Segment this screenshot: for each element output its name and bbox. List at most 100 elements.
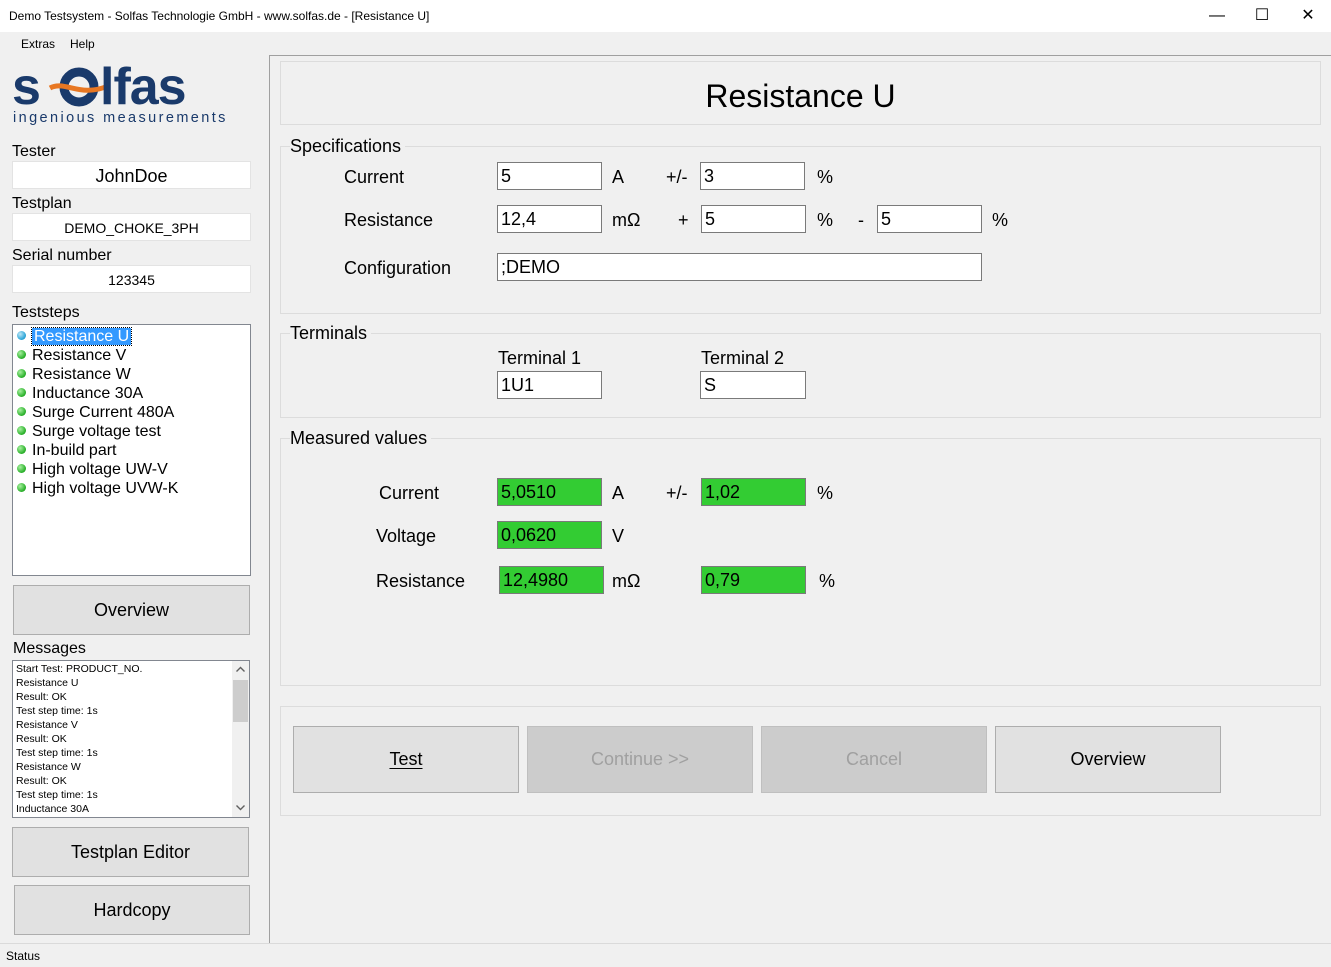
- list-item: Result: OK: [16, 691, 67, 703]
- status-text: Status: [6, 949, 41, 963]
- overview-left-button[interactable]: Overview: [13, 585, 250, 635]
- menu-bar: [0, 32, 1331, 54]
- terminal2-label: Terminal 2: [701, 348, 785, 368]
- list-item[interactable]: Resistance W: [17, 365, 131, 384]
- teststeps-label: Teststeps: [12, 304, 80, 321]
- testplan-editor-button[interactable]: Testplan Editor: [12, 827, 249, 877]
- list-item: Result: OK: [16, 775, 67, 787]
- spec-res-plus-input[interactable]: 5: [701, 205, 806, 233]
- test-button-label: Test: [389, 749, 423, 769]
- spec-res-plus-unit: %: [817, 210, 834, 230]
- list-item[interactable]: Surge voltage test: [17, 422, 161, 441]
- list-item[interactable]: In-build part: [17, 441, 117, 460]
- status-dot-icon: [17, 388, 26, 397]
- meas-resistance-value: 12,4980: [499, 566, 604, 594]
- title-bar: Demo Testsystem - Solfas Technologie Gmb…: [0, 0, 1331, 32]
- serial-label: Serial number: [12, 247, 112, 264]
- status-dot-icon: [17, 483, 26, 492]
- spec-res-minus-unit: %: [992, 210, 1009, 230]
- meas-current-unit: A: [612, 483, 625, 503]
- svg-text:lfas: lfas: [100, 62, 186, 116]
- spec-res-minus-sign: -: [858, 210, 864, 230]
- meas-current-value: 5,0510: [497, 478, 602, 506]
- spec-resistance-input[interactable]: 12,4: [497, 205, 602, 233]
- spec-resistance-unit: mΩ: [612, 210, 641, 230]
- list-item: Inductance 30A: [16, 803, 89, 815]
- list-item[interactable]: High voltage UW-V: [17, 460, 168, 479]
- spec-current-label: Current: [344, 167, 405, 187]
- hardcopy-button[interactable]: Hardcopy: [14, 885, 250, 935]
- page-title: Resistance U: [705, 78, 896, 114]
- status-dot-icon: [17, 426, 26, 435]
- overview-button-label: Overview: [1070, 749, 1146, 769]
- maximize-button[interactable]: ☐: [1239, 0, 1285, 31]
- menu-extras[interactable]: Extras: [21, 37, 55, 51]
- measured-values-group: [280, 438, 1321, 686]
- test-button[interactable]: Test: [293, 726, 519, 793]
- svg-text:s: s: [12, 62, 40, 116]
- list-item: Resistance W: [16, 761, 81, 773]
- meas-voltage-label: Voltage: [376, 526, 437, 546]
- overview-button[interactable]: Overview: [995, 726, 1221, 793]
- spec-current-tol-input[interactable]: 3: [700, 162, 805, 190]
- meas-resistance-unit: mΩ: [612, 571, 641, 591]
- list-item[interactable]: Resistance U: [17, 327, 133, 346]
- spec-res-minus-input[interactable]: 5: [877, 205, 982, 233]
- list-item: Test step time: 1s: [16, 747, 98, 759]
- status-dot-icon: [17, 464, 26, 473]
- testplan-label: Testplan: [12, 195, 72, 212]
- spec-current-tol-unit: %: [817, 167, 834, 187]
- cancel-button-label: Cancel: [845, 749, 903, 769]
- list-item[interactable]: Inductance 30A: [17, 384, 143, 403]
- menu-help[interactable]: Help: [70, 37, 95, 51]
- spec-configuration-input[interactable]: ;DEMO: [497, 253, 982, 281]
- list-item[interactable]: Resistance V: [17, 346, 126, 365]
- status-dot-icon: [17, 445, 26, 454]
- meas-current-tol-sign: +/-: [666, 483, 688, 503]
- list-item: Result: OK: [16, 733, 67, 745]
- continue-button-label: Continue >>: [590, 749, 690, 769]
- meas-current-dev-unit: %: [817, 483, 834, 503]
- spec-current-unit: A: [612, 167, 625, 187]
- status-dot-icon: [17, 331, 26, 340]
- spec-configuration-label: Configuration: [344, 258, 452, 278]
- specifications-header: Specifications: [290, 136, 406, 157]
- messages-log[interactable]: Start Test: PRODUCT_NO. Resistance U Res…: [12, 660, 250, 818]
- list-item: Test step time: 1s: [16, 705, 98, 717]
- teststeps-list[interactable]: Resistance U Resistance V Resistance W I…: [12, 324, 251, 576]
- spec-current-input[interactable]: 5: [497, 162, 602, 190]
- close-button[interactable]: ✕: [1285, 0, 1331, 31]
- status-bar: Status: [0, 943, 1331, 967]
- measured-values-header: Measured values: [290, 428, 432, 449]
- scrollbar-thumb[interactable]: [233, 680, 248, 722]
- list-item[interactable]: Surge Current 480A: [17, 403, 174, 422]
- meas-voltage-value: 0,0620: [497, 521, 602, 549]
- list-item: Resistance V: [16, 719, 78, 731]
- terminal1-input[interactable]: 1U1: [497, 371, 602, 399]
- terminals-header: Terminals: [290, 323, 372, 344]
- chevron-down-icon[interactable]: [236, 805, 245, 811]
- status-dot-icon: [17, 369, 26, 378]
- continue-button[interactable]: Continue >>: [527, 726, 753, 793]
- messages-scrollbar[interactable]: [232, 661, 249, 817]
- spec-res-plus-sign: +: [678, 210, 689, 230]
- cancel-button[interactable]: Cancel: [761, 726, 987, 793]
- terminal2-input[interactable]: S: [700, 371, 806, 399]
- tester-label: Tester: [12, 143, 56, 160]
- minimize-button[interactable]: —: [1194, 0, 1240, 31]
- meas-current-dev: 1,02: [701, 478, 806, 506]
- messages-label: Messages: [13, 640, 86, 657]
- status-dot-icon: [17, 350, 26, 359]
- status-dot-icon: [17, 407, 26, 416]
- meas-resistance-label: Resistance: [376, 571, 466, 591]
- spec-resistance-label: Resistance: [344, 210, 434, 230]
- meas-current-label: Current: [379, 483, 440, 503]
- list-item: Resistance U: [16, 677, 79, 689]
- list-item[interactable]: High voltage UVW-K: [17, 479, 178, 498]
- chevron-up-icon[interactable]: [236, 666, 245, 672]
- meas-voltage-unit: V: [612, 526, 625, 546]
- testplan-field: DEMO_CHOKE_3PH: [12, 213, 251, 241]
- serial-field: 123345: [12, 265, 251, 293]
- logo-tagline: ingenious measurements: [13, 110, 228, 126]
- window-title: Demo Testsystem - Solfas Technologie Gmb…: [9, 9, 430, 23]
